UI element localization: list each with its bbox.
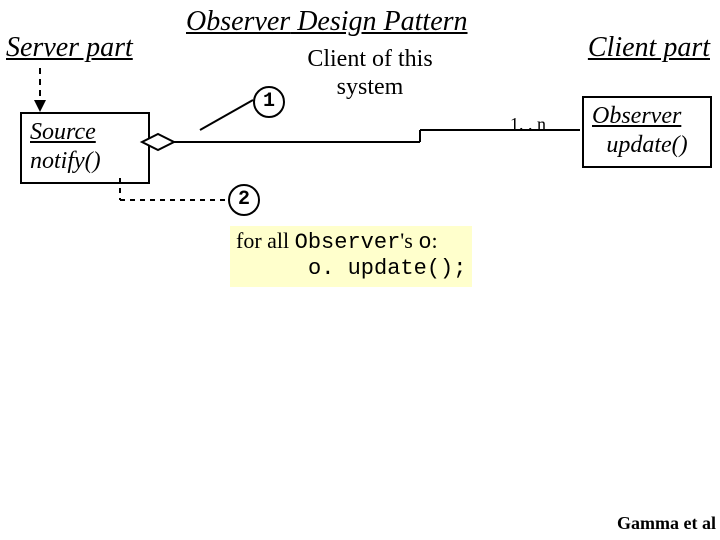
title-rest: Design Pattern	[290, 6, 467, 37]
step-2-badge: 2	[228, 184, 260, 216]
step-1-badge: 1	[253, 86, 285, 118]
diagram-title: Observer Design Pattern	[186, 6, 468, 38]
note-o: o	[418, 230, 431, 255]
source-class-name: Source	[30, 119, 96, 145]
observer-method: update()	[592, 131, 702, 160]
source-method: notify()	[30, 148, 101, 174]
pseudocode-note: for all Observer's o: o. update();	[230, 226, 472, 287]
client-of-this-system-label: Client of this system	[270, 46, 470, 101]
note-mid: 's	[400, 228, 418, 253]
client-part-label: Client part	[588, 32, 710, 64]
title-observer: Observer	[186, 6, 290, 37]
observer-class-box: Observer update()	[582, 96, 712, 168]
observer-class-name: Observer	[592, 103, 681, 129]
note-colon: :	[432, 228, 438, 253]
client-of-this-line1: Client of this	[307, 46, 432, 72]
note-line2: o. update();	[236, 256, 466, 282]
multiplicity-label: 1. . n	[510, 114, 546, 135]
note-observer: Observer	[295, 230, 401, 255]
note-prefix: for all	[236, 228, 295, 253]
citation: Gamma et al	[617, 513, 716, 534]
server-part-label: Server part	[6, 32, 133, 64]
client-of-this-line2: system	[337, 74, 404, 100]
source-class-box: Source notify()	[20, 112, 150, 184]
